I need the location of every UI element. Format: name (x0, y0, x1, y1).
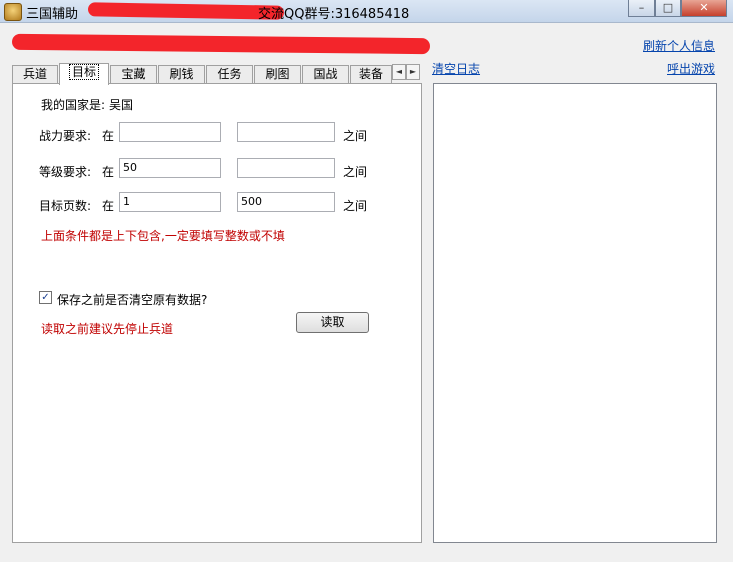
tab-label: 目标 (68, 64, 99, 80)
tab-strip: 兵道 目标 宝藏 刷钱 任务 刷图 国战 装备 ◄ ► (12, 63, 422, 85)
country-value: 吴国 (109, 98, 134, 112)
refresh-profile-link[interactable]: 刷新个人信息 (643, 37, 715, 54)
window-title: 三国辅助 (26, 7, 79, 22)
tab-money[interactable]: 刷钱 (158, 65, 205, 84)
conditions-note: 上面条件都是上下包含,一定要填写整数或不填 (41, 229, 285, 243)
window-title-qq: 交流QQ群号:316485418 (258, 7, 410, 22)
read-note: 读取之前建议先停止兵道 (41, 322, 174, 336)
tab-label: 刷图 (265, 67, 290, 81)
tab-label: 国战 (313, 67, 338, 81)
level-min-input[interactable]: 50 (119, 158, 221, 178)
log-textarea[interactable] (433, 83, 717, 543)
clear-data-checkbox[interactable]: ✓ (39, 291, 52, 304)
tab-treasure[interactable]: 宝藏 (110, 65, 157, 84)
tab-label: 兵道 (22, 67, 47, 81)
clear-data-checkbox-label[interactable]: 保存之前是否清空原有数据? (57, 291, 207, 308)
pages-in-label: 在 (102, 199, 115, 213)
tab-label: 装备 (358, 67, 383, 81)
pages-max-input[interactable]: 500 (237, 192, 335, 212)
power-label: 战力要求: (39, 129, 92, 143)
power-in-label: 在 (102, 129, 115, 143)
tab-bingdao[interactable]: 兵道 (12, 65, 58, 84)
tab-equipment[interactable]: 装备 (350, 65, 392, 84)
tab-maps[interactable]: 刷图 (254, 65, 301, 84)
minimize-button[interactable]: – (628, 0, 655, 17)
level-in-label: 在 (102, 165, 115, 179)
tab-scroll-left-icon[interactable]: ◄ (392, 64, 406, 80)
close-button[interactable]: ✕ (681, 0, 727, 17)
tab-tasks[interactable]: 任务 (206, 65, 253, 84)
power-between-label: 之间 (343, 129, 368, 143)
target-panel: 我的国家是: 吴国 战力要求: 在 之间 等级要求: 在 50 之间 目标页数:… (12, 83, 422, 543)
level-label: 等级要求: (39, 165, 92, 179)
level-max-input[interactable] (237, 158, 335, 178)
pages-between-label: 之间 (343, 199, 368, 213)
pages-label: 目标页数: (39, 199, 92, 213)
tab-country-war[interactable]: 国战 (302, 65, 349, 84)
read-button[interactable]: 读取 (296, 312, 369, 333)
clear-log-link[interactable]: 清空日志 (432, 60, 480, 77)
title-bar: 三国辅助 交流QQ群号:316485418 – □ ✕ (0, 0, 733, 23)
app-icon (4, 3, 22, 21)
maximize-button[interactable]: □ (655, 0, 681, 17)
tab-scroll-right-icon[interactable]: ► (406, 64, 420, 80)
tab-label: 宝藏 (121, 67, 146, 81)
tab-label: 任务 (217, 67, 242, 81)
redaction-mark (87, 2, 285, 20)
power-max-input[interactable] (237, 122, 335, 142)
redaction-mark (11, 33, 431, 55)
tab-target[interactable]: 目标 (59, 63, 109, 85)
level-between-label: 之间 (343, 165, 368, 179)
summon-game-link[interactable]: 呼出游戏 (667, 60, 715, 77)
pages-min-input[interactable]: 1 (119, 192, 221, 212)
country-label: 我的国家是: (41, 98, 106, 112)
power-min-input[interactable] (119, 122, 221, 142)
tab-label: 刷钱 (169, 67, 194, 81)
